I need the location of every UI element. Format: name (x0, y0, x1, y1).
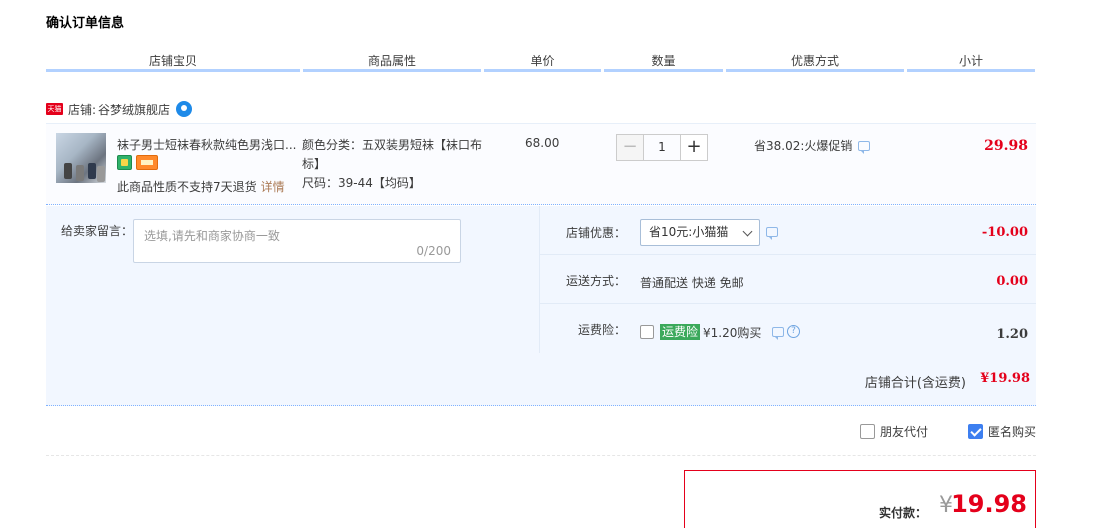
product-attributes: 颜色分类：五双装男短袜【袜口布标】 尺码：39-44【均码】 (302, 136, 492, 193)
credit-card-icon[interactable] (136, 155, 158, 170)
detail-link[interactable]: 详情 (261, 180, 285, 194)
page-title: 确认订单信息 (46, 16, 125, 31)
service-icons (117, 155, 158, 170)
shop-discount-label: 店铺优惠： (565, 226, 626, 240)
shipping-insurance-row: 运费险： 运费险 ¥1.20购买 ? 1.20 (540, 304, 1036, 353)
column-header-shop-item: 店铺宝贝 (46, 52, 300, 72)
order-item-row: 袜子男士短袜春秋款纯色男浅口... 此商品性质不支持7天退货 详情 颜色分类：五双… (46, 123, 1036, 205)
column-header-subtotal: 小计 (907, 52, 1035, 72)
promotion: 省38.02:火爆促销 (754, 137, 871, 154)
shop-discount-value: -10.00 (981, 225, 1028, 240)
help-icon[interactable]: ? (787, 325, 800, 338)
shop-discount-select[interactable]: 省10元:小猫猫 (640, 219, 760, 246)
divider (46, 455, 1036, 456)
wangwang-chat-icon[interactable] (176, 101, 193, 117)
chevron-down-icon (742, 226, 753, 237)
anonymous-label: 匿名购买 (988, 425, 1037, 439)
no-return-notice: 此商品性质不支持7天退货 详情 (117, 178, 285, 195)
insurance-label: 运费险： (577, 323, 626, 337)
column-header-attributes: 商品属性 (303, 52, 481, 72)
insurance-price: ¥1.20购买 (703, 326, 762, 340)
item-subtotal: 29.98 (984, 138, 1028, 154)
payment-label: 实付款： (878, 506, 927, 520)
comment-icon[interactable] (858, 140, 871, 154)
shop-name-link[interactable]: 谷梦绒旗舰店 (98, 101, 170, 118)
message-placeholder: 选填,请先和商家协商一致 (144, 229, 280, 243)
shipping-method: 普通配送 快递 免邮 (640, 276, 744, 290)
message-label: 给卖家留言： (61, 224, 134, 238)
shop-row: 天猫 店铺: 谷梦绒旗舰店 (46, 101, 193, 118)
comment-icon[interactable] (772, 327, 784, 340)
friend-pay-label: 朋友代付 (880, 425, 929, 439)
friend-pay-option[interactable]: 朋友代付 (860, 423, 928, 440)
column-header-unit-price: 单价 (484, 52, 601, 72)
payment-summary: 实付款： ¥ 19.98 (684, 470, 1036, 528)
product-title-link[interactable]: 袜子男士短袜春秋款纯色男浅口... (117, 136, 297, 153)
friend-pay-checkbox[interactable] (860, 424, 875, 439)
shop-total-row: 店铺合计(含运费) ¥19.98 (46, 353, 1036, 405)
insurance-checkbox[interactable] (640, 325, 654, 339)
quantity-plus-button[interactable]: + (680, 134, 708, 161)
guarantee-icon[interactable] (117, 155, 132, 170)
anonymous-checkbox[interactable] (968, 424, 983, 439)
insurance-badge: 运费险 (660, 324, 701, 340)
comment-icon[interactable] (766, 227, 778, 240)
shipping-row: 运送方式： 普通配送 快递 免邮 0.00 (540, 255, 1036, 304)
attr-color: 颜色分类：五双装男短袜【袜口布标】 (302, 138, 483, 171)
shop-total-value: ¥19.98 (980, 371, 1030, 386)
shop-discount-selected: 省10元:小猫猫 (649, 225, 729, 239)
payment-amount: 19.98 (951, 490, 1027, 518)
attr-size: 尺码：39-44【均码】 (302, 176, 421, 190)
shipping-label: 运送方式： (565, 274, 626, 288)
column-header-discount: 优惠方式 (726, 52, 904, 72)
message-input[interactable]: 选填,请先和商家协商一致 0/200 (133, 219, 461, 263)
shop-discount-row: 店铺优惠： 省10元:小猫猫 -10.00 (540, 206, 1036, 255)
no-return-text: 此商品性质不支持7天退货 (117, 180, 257, 194)
tmall-icon: 天猫 (46, 103, 63, 115)
unit-price: 68.00 (525, 136, 560, 150)
anonymous-option[interactable]: 匿名购买 (968, 423, 1036, 440)
quantity-input[interactable]: 1 (644, 134, 680, 161)
promotion-text: 省38.02:火爆促销 (754, 139, 853, 153)
product-thumbnail[interactable] (56, 133, 106, 183)
quantity-stepper: − 1 + (616, 134, 708, 161)
insurance-value: 1.20 (996, 327, 1028, 342)
order-options-panel: 店铺优惠： 省10元:小猫猫 -10.00 运送方式： 普通配送 快递 免邮 0… (540, 206, 1036, 353)
order-extras: 给卖家留言： 选填,请先和商家协商一致 0/200 店铺优惠： 省10元:小猫猫… (46, 206, 1036, 406)
message-char-count: 0/200 (416, 244, 451, 258)
seller-message-panel: 给卖家留言： 选填,请先和商家协商一致 0/200 (46, 206, 540, 353)
shop-total-label: 店铺合计(含运费) (864, 376, 966, 391)
shipping-fee: 0.00 (996, 274, 1028, 289)
shop-label: 店铺: (68, 102, 97, 117)
column-header-quantity: 数量 (604, 52, 723, 72)
quantity-minus-button[interactable]: − (616, 134, 644, 161)
